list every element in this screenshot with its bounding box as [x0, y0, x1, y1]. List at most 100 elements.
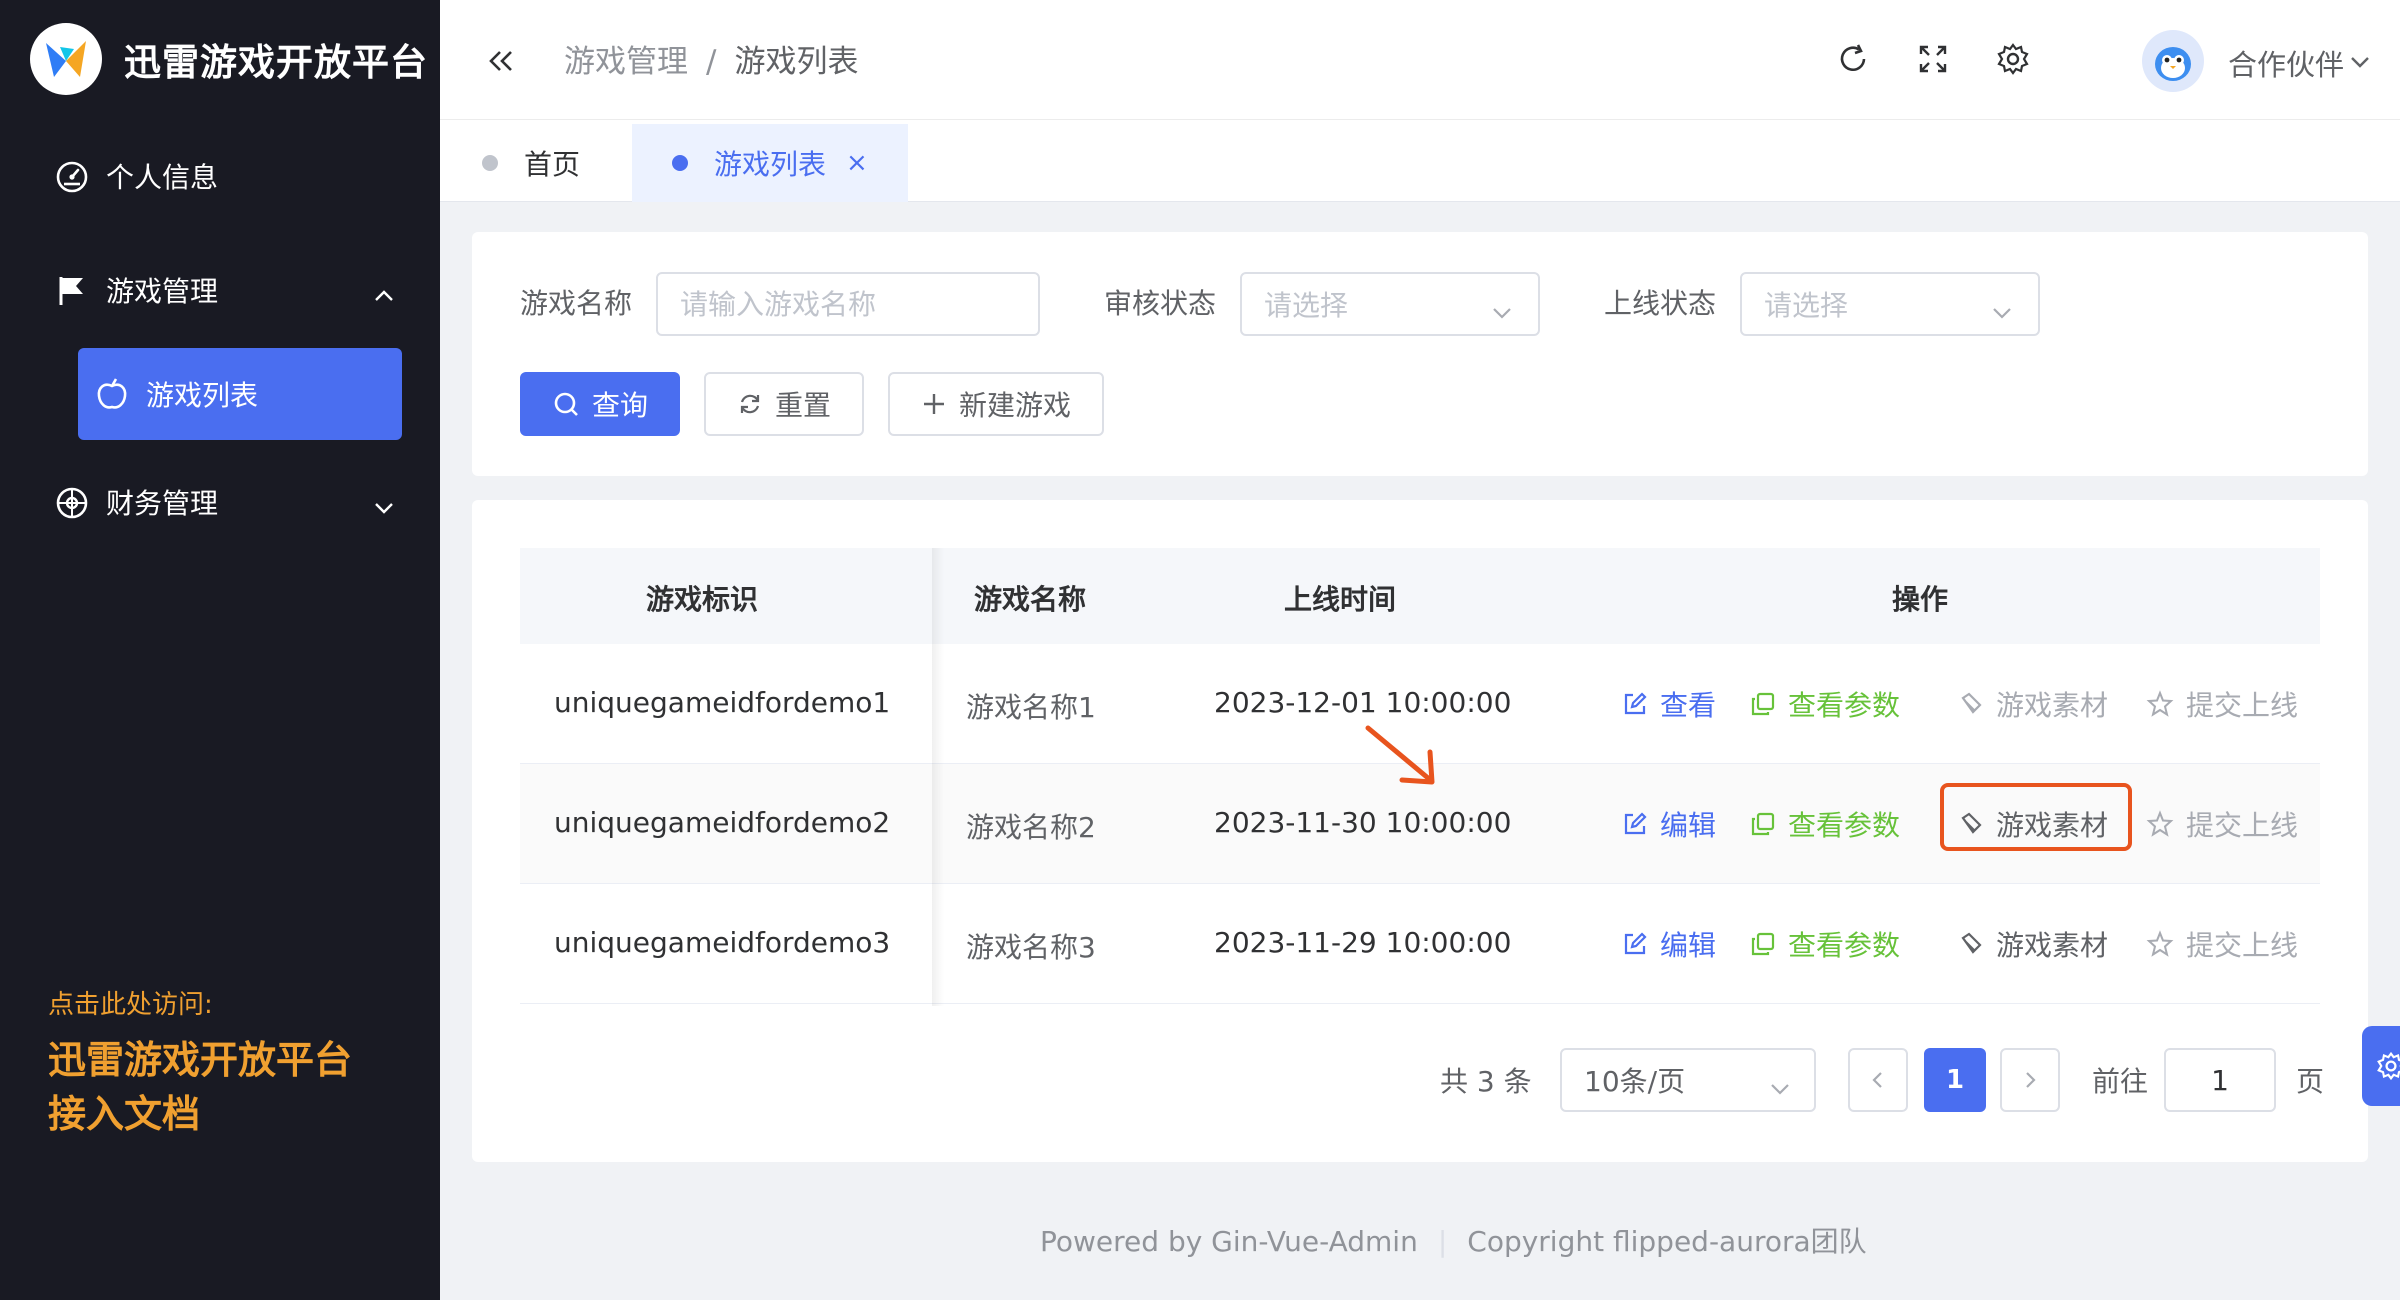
game-assets-button[interactable]: 游戏素材	[1958, 684, 2108, 724]
chevron-right-icon	[2026, 1072, 2036, 1088]
star-icon	[2146, 930, 2174, 957]
collapse-sidebar-icon[interactable]	[484, 44, 518, 78]
next-page-button[interactable]	[2000, 1048, 2060, 1112]
column-header: 上线时间	[1284, 583, 1397, 616]
plus-icon	[923, 394, 944, 414]
edit-button[interactable]: 编辑	[1622, 924, 1716, 964]
footer-separator: |	[1437, 1225, 1448, 1258]
action-label: 查看	[1660, 689, 1717, 722]
game-name-input-wrapper	[656, 272, 1040, 336]
sidebar-item-profile[interactable]: 个人信息	[0, 136, 440, 216]
game-table-card: 游戏标识 游戏名称 上线时间 操作 uniquegameidfordemo1 游…	[472, 500, 2368, 1162]
breadcrumb-current: 游戏列表	[734, 44, 859, 80]
xunlei-logo-icon	[30, 23, 102, 95]
sidebar-item-game-list[interactable]: 游戏列表	[78, 348, 402, 440]
submit-online-button[interactable]: 提交上线	[2146, 924, 2298, 964]
promo-hint: 点击此处访问:	[48, 990, 213, 1020]
chevron-left-icon	[1872, 1072, 1882, 1088]
game-name-input[interactable]	[680, 287, 1038, 321]
search-icon	[554, 392, 578, 416]
online-status-label: 上线状态	[1604, 287, 1717, 320]
breadcrumb: 游戏管理 / 游戏列表	[564, 36, 858, 81]
tab-dot	[482, 155, 498, 171]
new-game-button[interactable]: 新建游戏	[888, 372, 1104, 436]
prev-page-button[interactable]	[1848, 1048, 1908, 1112]
reset-button[interactable]: 重置	[704, 372, 864, 436]
apple-icon	[94, 376, 130, 412]
brand[interactable]: 迅雷游戏开放平台	[30, 22, 428, 96]
settings-gear-icon[interactable]	[1996, 42, 2032, 78]
docs-promo-link[interactable]: 点击此处访问: 迅雷游戏开放平台 接入文档	[48, 984, 352, 1141]
annotation-arrow-icon	[1365, 725, 1435, 785]
footer-powered-by[interactable]: Powered by Gin-Vue-Admin	[1040, 1225, 1418, 1258]
tab-label: 首页	[524, 148, 581, 181]
cell-game-id: uniquegameidfordemo2	[554, 806, 891, 839]
tab-home[interactable]: 首页	[482, 124, 580, 202]
floating-settings-button[interactable]	[2362, 1026, 2400, 1106]
copy-icon	[1751, 692, 1775, 716]
game-assets-button[interactable]: 游戏素材	[1958, 924, 2108, 964]
sidebar-item-label: 财务管理	[106, 487, 219, 520]
select-placeholder: 请选择	[1764, 289, 1849, 322]
tab-bar: 首页 游戏列表 ×	[440, 120, 2400, 202]
action-label: 查看参数	[1788, 929, 1901, 962]
star-icon	[2146, 810, 2174, 837]
view-params-button[interactable]: 查看参数	[1750, 804, 1900, 844]
goto-page-input[interactable]: 1	[2164, 1048, 2276, 1112]
page-unit-label: 页	[2296, 1065, 2325, 1098]
fixed-column-shadow	[932, 548, 944, 1006]
copy-icon	[1751, 932, 1775, 956]
breadcrumb-item[interactable]: 游戏管理	[564, 44, 688, 80]
footer-copyright[interactable]: Copyright flipped-aurora团队	[1467, 1225, 1866, 1258]
view-button[interactable]: 查看	[1622, 684, 1716, 724]
brush-icon	[1961, 932, 1982, 954]
cell-game-name: 游戏名称2	[966, 811, 1096, 844]
refresh-icon[interactable]	[1836, 42, 1872, 78]
review-status-label: 审核状态	[1104, 287, 1217, 320]
query-button[interactable]: 查询	[520, 372, 680, 436]
sidebar-item-label: 游戏列表	[146, 379, 259, 412]
page-number-current[interactable]: 1	[1924, 1048, 1986, 1112]
button-label: 新建游戏	[958, 389, 1071, 422]
user-name[interactable]: 合作伙伴	[2228, 42, 2344, 84]
table-header: 游戏标识 游戏名称 上线时间 操作	[520, 548, 2320, 644]
brush-icon	[1961, 812, 1982, 834]
top-header: 游戏管理 / 游戏列表 合作伙伴	[440, 0, 2400, 120]
edit-button[interactable]: 编辑	[1622, 804, 1716, 844]
fullscreen-icon[interactable]	[1916, 42, 1952, 78]
refresh-icon	[740, 394, 760, 414]
view-params-button[interactable]: 查看参数	[1750, 924, 1900, 964]
select-placeholder: 请选择	[1264, 289, 1349, 322]
action-label: 游戏素材	[1996, 929, 2109, 962]
tab-game-list[interactable]: 游戏列表 ×	[632, 124, 908, 202]
avatar[interactable]	[2142, 30, 2204, 92]
gauge-icon	[52, 160, 92, 194]
submit-online-button[interactable]: 提交上线	[2146, 684, 2298, 724]
chevron-down-icon[interactable]	[2348, 52, 2372, 72]
sidebar-item-game-management[interactable]: 游戏管理	[0, 250, 440, 330]
chevron-down-icon	[1490, 296, 1514, 319]
cell-online-time: 2023-11-29 10:00:00	[1214, 926, 1512, 959]
game-name-label: 游戏名称	[520, 287, 633, 320]
close-icon[interactable]: ×	[846, 148, 868, 178]
review-status-select[interactable]: 请选择	[1240, 272, 1540, 336]
view-params-button[interactable]: 查看参数	[1750, 684, 1900, 724]
sidebar-item-label: 个人信息	[106, 161, 219, 194]
submit-online-button[interactable]: 提交上线	[2146, 804, 2298, 844]
tab-label: 游戏列表	[714, 148, 827, 181]
goto-label: 前往	[2092, 1065, 2149, 1098]
online-status-select[interactable]: 请选择	[1740, 272, 2040, 336]
compass-icon	[52, 486, 92, 520]
game-assets-button[interactable]: 游戏素材	[1958, 804, 2108, 844]
page-size-select[interactable]: 10条/页	[1560, 1048, 1816, 1112]
tab-dot	[672, 155, 688, 171]
promo-line-2: 接入文档	[48, 1092, 201, 1136]
footer: Powered by Gin-Vue-Admin | Copyright flipp…	[1040, 1220, 1867, 1260]
column-header: 游戏标识	[646, 583, 759, 616]
search-form: 游戏名称 审核状态 请选择 上线状态 请选择 查询 重置 新建游戏	[472, 232, 2368, 476]
copy-icon	[1751, 812, 1775, 836]
sidebar-item-finance[interactable]: 财务管理	[0, 462, 440, 542]
star-icon	[2146, 690, 2174, 717]
action-label: 编辑	[1660, 929, 1717, 962]
cell-game-id: uniquegameidfordemo3	[554, 926, 891, 959]
